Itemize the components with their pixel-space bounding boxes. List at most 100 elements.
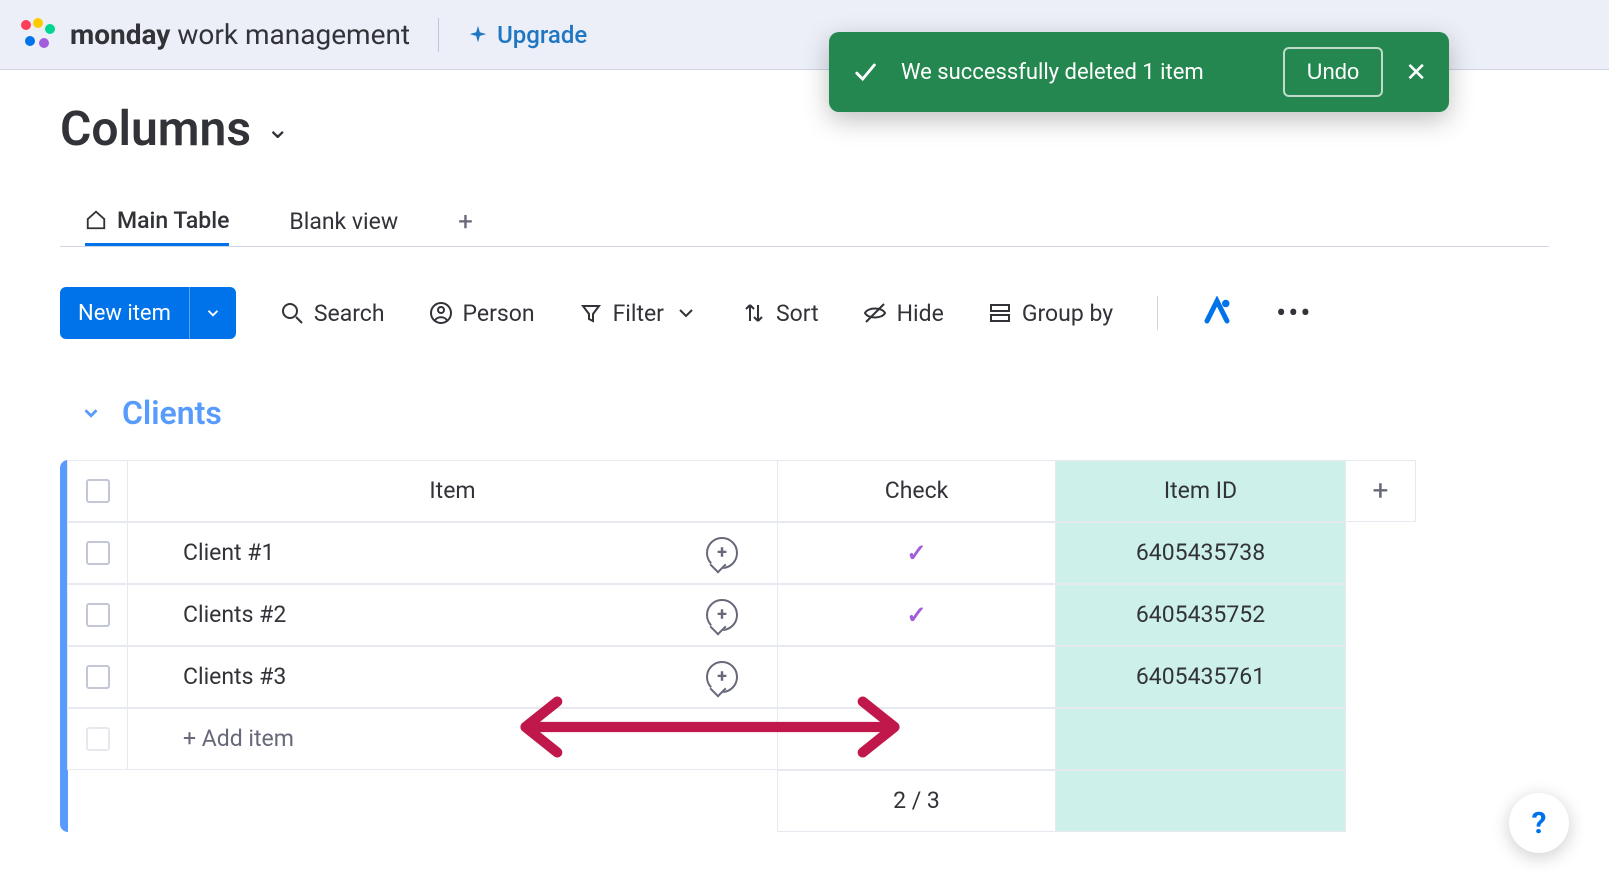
item-name: Client #1 [183,539,274,566]
item-name: Clients #2 [183,601,286,628]
item-id-value: 6405435761 [1136,663,1265,690]
tab-blank-view[interactable]: Blank view [289,197,398,246]
table-footer-row: 2 / 3 [68,770,1549,832]
blank-cell [1345,584,1416,646]
column-header-item-id[interactable]: Item ID [1055,460,1346,522]
item-name: Clients #3 [183,663,286,690]
add-item-row[interactable]: + Add item [68,708,1549,770]
chat-plus-icon [706,599,738,631]
search-button[interactable]: Search [280,300,385,327]
checkbox-icon [86,727,110,751]
tab-main-table[interactable]: Main Table [85,197,229,246]
blank-cell [1345,522,1416,584]
table-row: Client #1 ✓ 6405435738 [68,522,1549,584]
blank-cell [1415,522,1549,584]
blank-cell [1415,584,1549,646]
chevron-down-icon [204,304,222,322]
column-header-item-label: Item [429,477,475,504]
blank-cell [1415,708,1549,770]
chat-plus-icon [706,537,738,569]
table: Item Check Item ID + Client #1 ✓ 6405435… [60,460,1549,832]
brand-light: work management [170,18,410,51]
sort-label: Sort [776,300,819,327]
item-name-cell[interactable]: Client #1 [127,522,668,584]
column-header-check-label: Check [885,477,949,504]
more-options-button[interactable]: ••• [1276,296,1312,331]
blank-cell [1345,708,1416,770]
group-title: Clients [122,394,222,432]
tab-blank-label: Blank view [289,208,398,235]
column-header-item-id-label: Item ID [1164,477,1237,504]
conversation-button[interactable] [667,646,778,708]
chevron-down-icon [80,402,102,424]
brand-text: monday work management [70,18,410,51]
blank-cell [1415,646,1549,708]
row-checkbox[interactable] [67,646,128,708]
new-item-dropdown[interactable] [189,287,236,339]
column-header-item[interactable]: Item [127,460,778,522]
row-checkbox[interactable] [67,584,128,646]
new-item-button[interactable]: New item [60,287,236,339]
filter-icon [579,301,603,325]
chevron-down-icon[interactable]: ⌄ [266,112,289,145]
item-name-cell[interactable]: Clients #2 [127,584,668,646]
check-cell[interactable]: ✓ [777,522,1056,584]
item-id-cell[interactable]: 6405435738 [1055,522,1346,584]
home-icon [85,209,107,231]
divider-icon [1157,296,1158,330]
help-label: ? [1532,806,1547,841]
upgrade-label: Upgrade [497,21,587,49]
row-checkbox[interactable] [67,522,128,584]
view-tabs: Main Table Blank view + [60,197,1549,247]
new-item-label: New item [60,301,189,326]
item-name-cell[interactable]: Clients #3 [127,646,668,708]
sort-button[interactable]: Sort [742,300,819,327]
board-title-row: Columns ⌄ [60,100,1549,157]
chat-plus-icon [706,661,738,693]
item-id-value: 6405435738 [1136,539,1265,566]
person-button[interactable]: Person [429,300,535,327]
hide-button[interactable]: Hide [863,300,944,327]
item-id-cell[interactable]: 6405435761 [1055,646,1346,708]
groupby-icon [988,301,1012,325]
add-item-cell[interactable]: + Add item [127,708,778,770]
upgrade-button[interactable]: Upgrade [467,21,587,49]
sparkle-icon [467,24,489,46]
blank-cell [1415,460,1549,522]
column-header-check[interactable]: Check [777,460,1056,522]
add-item-label: + Add item [183,725,294,752]
conversation-button[interactable] [667,584,778,646]
table-row: Clients #3 6405435761 [68,646,1549,708]
person-icon [429,301,453,325]
check-cell[interactable] [777,646,1056,708]
hide-label: Hide [897,300,944,327]
board-toolbar: New item Search Person Filter Sort Hide [60,287,1549,339]
checkmark-icon: ✓ [906,601,926,629]
checkbox-icon [86,541,110,565]
check-summary-cell: 2 / 3 [777,770,1056,832]
checkbox-icon [86,603,110,627]
automations-icon[interactable] [1202,296,1232,330]
monday-logo-icon [15,12,60,57]
select-all-cell[interactable] [67,460,128,522]
filter-label: Filter [613,300,664,327]
divider-icon [438,18,439,52]
help-button[interactable]: ? [1509,793,1569,853]
row-checkbox [67,708,128,770]
item-id-summary-cell [1055,770,1346,832]
add-column-button[interactable]: + [1345,460,1416,522]
brand-bold: monday [70,18,170,51]
check-cell[interactable]: ✓ [777,584,1056,646]
table-row: Clients #2 ✓ 6405435752 [68,584,1549,646]
checkmark-icon: ✓ [906,539,926,567]
filter-button[interactable]: Filter [579,300,698,327]
group-header[interactable]: Clients [60,394,1549,432]
blank-cell [1345,646,1416,708]
conversation-button[interactable] [667,522,778,584]
sort-icon [742,301,766,325]
add-view-button[interactable]: + [458,207,473,237]
search-label: Search [314,300,385,327]
board-title[interactable]: Columns [60,100,251,157]
groupby-button[interactable]: Group by [988,300,1113,327]
item-id-cell[interactable]: 6405435752 [1055,584,1346,646]
